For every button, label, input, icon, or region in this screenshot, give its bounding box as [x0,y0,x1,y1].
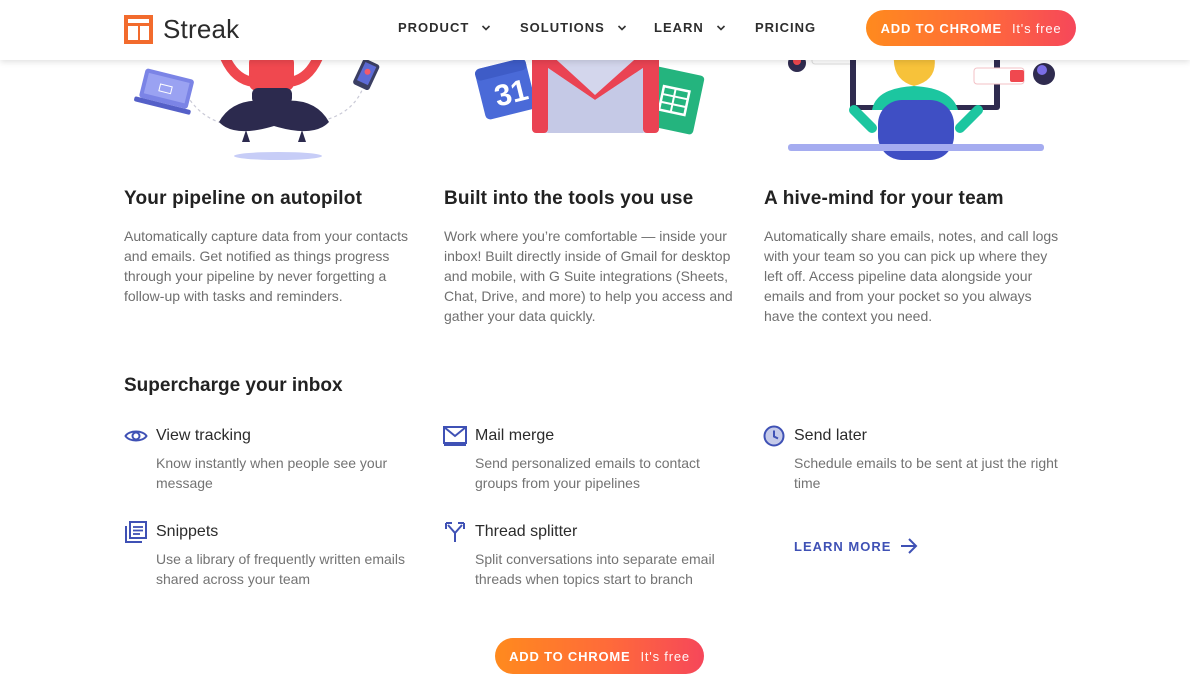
nav-solutions-label: SOLUTIONS [520,20,605,35]
clock-icon [763,425,785,447]
feature-body: Automatically share emails, notes, and c… [764,228,1059,324]
nav-learn-label: LEARN [654,20,704,35]
nav-solutions[interactable]: SOLUTIONS [520,20,627,35]
eye-icon [124,430,148,442]
feature-item-title: Thread splitter [475,523,578,540]
learn-more-label: LEARN MORE [794,538,892,554]
gsuite-illustration-icon: 31 [475,60,705,135]
mail-icon [443,426,467,446]
streak-logo-icon [124,15,153,44]
cta-label: ADD TO CHROME [509,648,631,664]
brand-logo[interactable]: Streak [124,14,239,45]
arrow-right-icon [901,538,918,554]
feature-autopilot: Your pipeline on autopilot Automatically… [124,187,424,306]
brand-name: Streak [163,14,240,44]
feature-item-desc: Use a library of frequently written emai… [156,551,405,587]
feature-item-desc: Schedule emails to be sent at just the r… [794,455,1058,491]
nav-pricing-label: PRICING [755,20,817,35]
chevron-down-icon [617,24,626,31]
tools-illustration: 31 [444,60,744,165]
feature-item-desc: Know instantly when people see your mess… [156,455,388,491]
chevron-down-icon [482,24,491,31]
footer-add-to-chrome-button[interactable]: ADD TO CHROME It's free [495,638,704,674]
feature-item-title: Mail merge [475,427,555,444]
feature-mail-merge[interactable]: Mail merge Send personalized emails to c… [443,425,743,493]
nav-product[interactable]: PRODUCT [398,20,491,35]
feature-view-tracking[interactable]: View tracking Know instantly when people… [124,425,424,493]
learn-more-link[interactable]: LEARN MORE [794,537,919,555]
feature-body: Work where you’re comfortable — inside y… [444,228,733,324]
feature-send-later[interactable]: Send later Schedule emails to be sent at… [762,425,1062,493]
site-header: Streak PRODUCT SOLUTIONS LEARN PRICING A… [0,0,1190,60]
cta-sublabel: It's free [640,648,690,664]
autopilot-illustration [124,60,424,165]
feature-thread-splitter[interactable]: Thread splitter Split conversations into… [443,521,743,589]
nav-product-label: PRODUCT [398,20,470,35]
feature-tools: Built into the tools you use Work where … [444,187,740,326]
chevron-down-icon [716,24,725,31]
meditation-illustration-icon [134,60,380,160]
feature-hive-mind: A hive-mind for your team Automatically … [764,187,1062,326]
feature-title: A hive-mind for your team [764,188,1004,209]
feature-title: Built into the tools you use [444,188,694,209]
split-icon [445,522,465,542]
feature-body: Automatically capture data from your con… [124,228,409,304]
feature-snippets[interactable]: Snippets Use a library of frequently wri… [124,521,424,589]
team-illustration [764,60,1074,165]
feature-item-desc: Send personalized emails to contact grou… [475,455,700,491]
team-desk-illustration-icon [788,60,1055,160]
feature-item-title: Send later [794,427,867,444]
cta-label: ADD TO CHROME [880,20,1002,36]
feature-item-title: View tracking [156,427,251,444]
cta-sublabel: It's free [1011,20,1062,36]
feature-title: Your pipeline on autopilot [124,188,363,209]
feature-item-desc: Split conversations into separate email … [475,551,715,587]
snippets-icon [125,521,147,543]
feature-item-title: Snippets [156,523,219,540]
supercharge-title: Supercharge your inbox [124,375,343,396]
header-add-to-chrome-button[interactable]: ADD TO CHROME It's free [866,10,1076,46]
nav-learn[interactable]: LEARN [654,20,726,35]
nav-pricing[interactable]: PRICING [755,20,816,35]
